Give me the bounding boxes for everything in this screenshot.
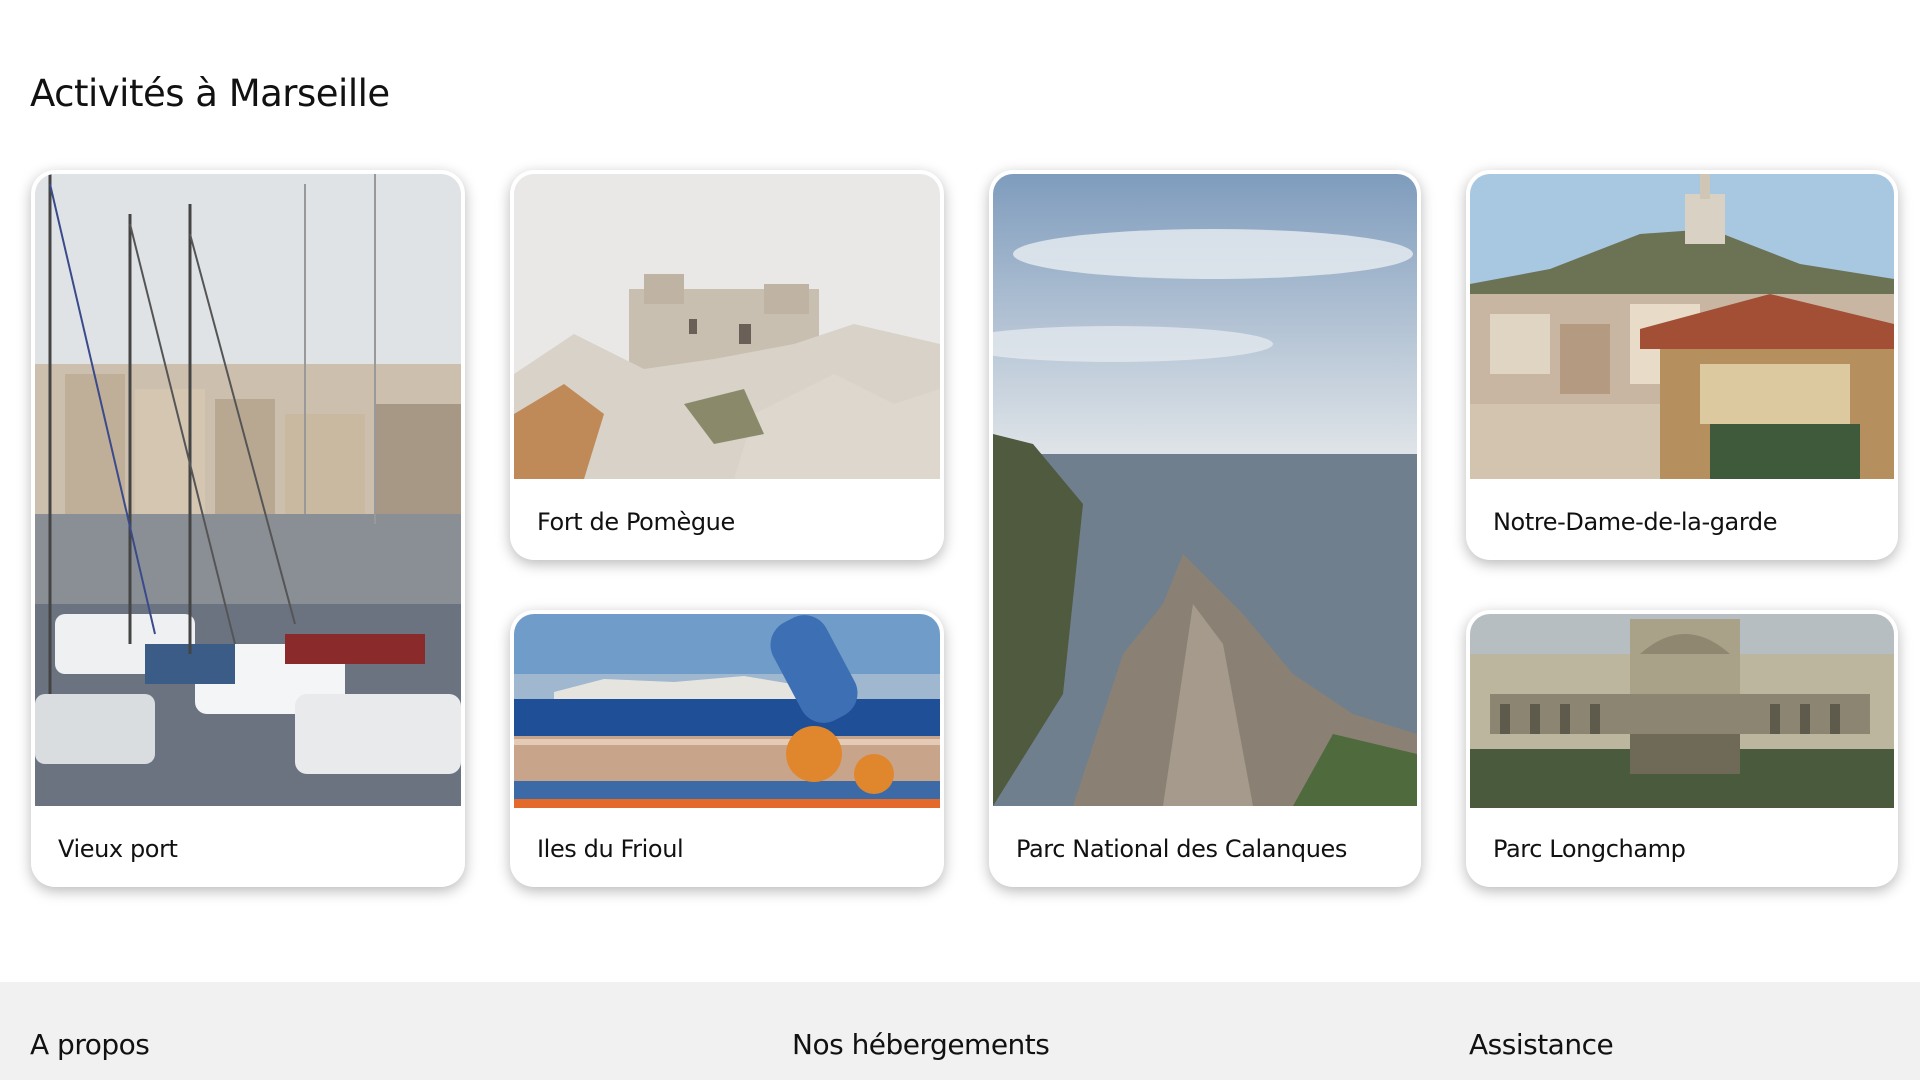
notre-dame-photo	[1470, 174, 1894, 479]
card-label: Parc Longchamp	[1493, 835, 1686, 863]
footer-accommodations-link[interactable]: Nos hébergements	[792, 1028, 1050, 1061]
activity-card-vieux-port[interactable]: Vieux port	[31, 170, 465, 887]
card-label: Fort de Pomègue	[537, 508, 735, 536]
card-label: Notre-Dame-de-la-garde	[1493, 508, 1778, 536]
iles-du-frioul-photo	[514, 614, 940, 808]
activity-card-parc-national-des-calanques[interactable]: Parc National des Calanques	[989, 170, 1421, 887]
footer: A propos Nos hébergements Assistance	[0, 982, 1920, 1080]
page: Activités à Marseille Vieux port Fort de…	[0, 0, 1920, 1080]
activity-card-fort-de-pomegue[interactable]: Fort de Pomègue	[510, 170, 944, 560]
vieux-port-photo	[35, 174, 461, 806]
calanques-photo	[993, 174, 1417, 806]
footer-support-link[interactable]: Assistance	[1469, 1028, 1614, 1061]
card-label: Iles du Frioul	[537, 835, 684, 863]
card-label: Parc National des Calanques	[1016, 835, 1348, 863]
parc-longchamp-photo	[1470, 614, 1894, 808]
fort-de-pomegue-photo	[514, 174, 940, 479]
activity-card-parc-longchamp[interactable]: Parc Longchamp	[1466, 610, 1898, 887]
activity-card-iles-du-frioul[interactable]: Iles du Frioul	[510, 610, 944, 887]
card-label: Vieux port	[58, 835, 178, 863]
footer-about-link[interactable]: A propos	[30, 1028, 150, 1061]
section-title: Activités à Marseille	[30, 72, 390, 115]
activity-card-notre-dame-de-la-garde[interactable]: Notre-Dame-de-la-garde	[1466, 170, 1898, 560]
